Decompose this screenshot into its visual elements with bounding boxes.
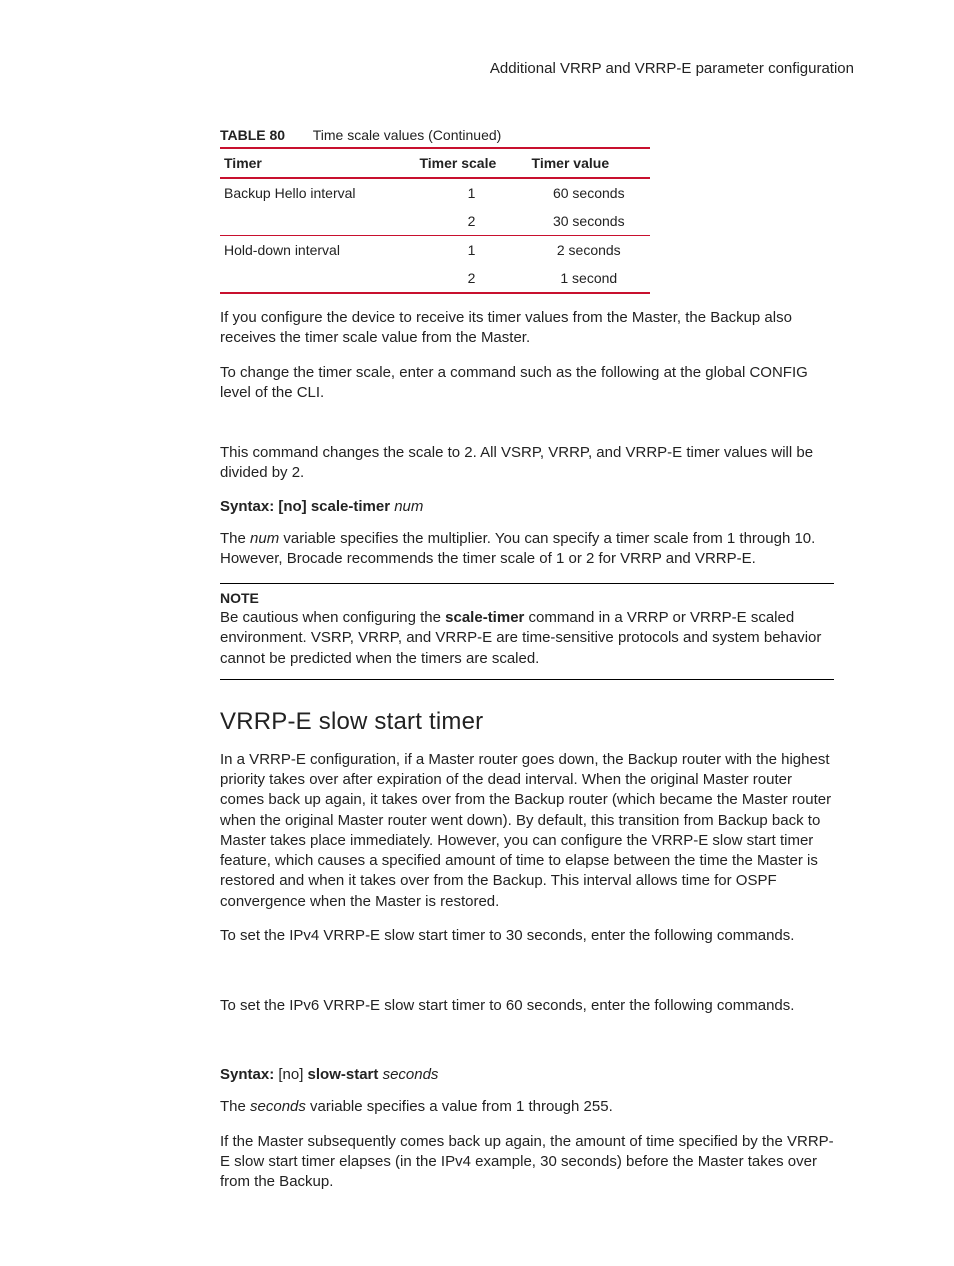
text: variable specifies a value from 1 throug…	[306, 1098, 613, 1115]
syntax-cmd: slow-start	[308, 1066, 383, 1083]
syntax-line: Syntax: [no] scale-timer num	[220, 498, 834, 515]
table-label: TABLE 80	[220, 127, 285, 143]
cell-timer	[220, 207, 415, 236]
cell-scale: 2	[415, 207, 527, 236]
note-label: NOTE	[220, 590, 834, 606]
table-caption: TABLE 80 Time scale values (Continued)	[220, 127, 834, 143]
note-body: Be cautious when configuring the scale-t…	[220, 608, 834, 669]
table-row: 2 1 second	[220, 264, 650, 293]
paragraph: The num variable specifies the multiplie…	[220, 529, 834, 570]
table-header-row: Timer Timer scale Timer value	[220, 148, 650, 178]
syntax-no: [no]	[278, 1066, 307, 1083]
table-row: Hold-down interval 1 2 seconds	[220, 236, 650, 265]
paragraph: In a VRRP-E configuration, if a Master r…	[220, 750, 834, 912]
cell-value: 60 seconds	[528, 178, 650, 207]
running-header: Additional VRRP and VRRP-E parameter con…	[60, 60, 894, 77]
text: variable specifies the multiplier. You c…	[220, 530, 815, 567]
text: The	[220, 1098, 250, 1115]
cell-scale: 2	[415, 264, 527, 293]
paragraph: To change the timer scale, enter a comma…	[220, 363, 834, 404]
cell-timer: Backup Hello interval	[220, 178, 415, 207]
cell-value: 1 second	[528, 264, 650, 293]
table-row: 2 30 seconds	[220, 207, 650, 236]
document-page: Additional VRRP and VRRP-E parameter con…	[0, 0, 954, 1266]
table-title: Time scale values (Continued)	[313, 127, 502, 143]
paragraph: The seconds variable specifies a value f…	[220, 1097, 834, 1117]
th-scale: Timer scale	[415, 148, 527, 178]
section-heading: VRRP-E slow start timer	[220, 708, 834, 736]
syntax-prefix: Syntax:	[220, 1066, 278, 1083]
cell-timer	[220, 264, 415, 293]
syntax-arg: num	[394, 498, 423, 515]
text-italic: seconds	[250, 1098, 306, 1115]
syntax-label: Syntax: [no] scale-timer	[220, 498, 394, 515]
time-scale-table: Timer Timer scale Timer value Backup Hel…	[220, 147, 650, 294]
paragraph: To set the IPv4 VRRP-E slow start timer …	[220, 926, 834, 946]
th-timer: Timer	[220, 148, 415, 178]
cell-scale: 1	[415, 178, 527, 207]
th-value: Timer value	[528, 148, 650, 178]
paragraph: If you configure the device to receive i…	[220, 308, 834, 349]
table-row: Backup Hello interval 1 60 seconds	[220, 178, 650, 207]
note-block: NOTE Be cautious when configuring the sc…	[220, 583, 834, 680]
cell-value: 2 seconds	[528, 236, 650, 265]
text-italic: num	[250, 530, 279, 547]
cell-scale: 1	[415, 236, 527, 265]
text-bold: scale-timer	[445, 609, 524, 626]
syntax-line: Syntax: [no] slow-start seconds	[220, 1066, 834, 1083]
text: The	[220, 530, 250, 547]
paragraph: If the Master subsequently comes back up…	[220, 1132, 834, 1193]
main-content: TABLE 80 Time scale values (Continued) T…	[220, 127, 834, 1192]
cell-timer: Hold-down interval	[220, 236, 415, 265]
syntax-arg: seconds	[383, 1066, 439, 1083]
cell-value: 30 seconds	[528, 207, 650, 236]
paragraph: This command changes the scale to 2. All…	[220, 443, 834, 484]
paragraph: To set the IPv6 VRRP-E slow start timer …	[220, 996, 834, 1016]
text: Be cautious when configuring the	[220, 609, 445, 626]
